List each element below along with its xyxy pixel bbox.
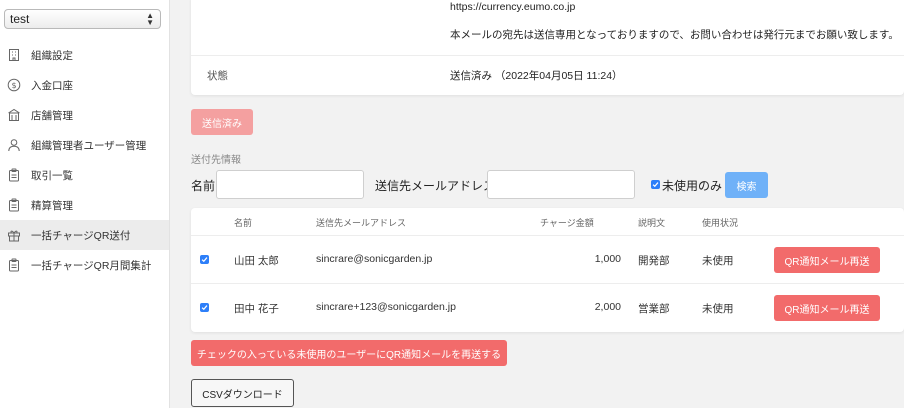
column-header-usage: 使用状況 [702,218,739,228]
detail-url: https://currency.eumo.co.jp [450,1,576,13]
sidebar-item-label: 一括チャージQR送付 [31,229,131,242]
sidebar-item-organization-settings[interactable]: 組織設定 [0,40,169,70]
users-icon [6,137,22,153]
sidebar-item-label: 取引一覧 [31,169,73,182]
csv-download-button[interactable]: CSVダウンロード [191,379,294,407]
sidebar-item-label: 組織設定 [31,49,73,62]
email-filter-label: 送信先メールアドレス [375,179,496,193]
sidebar-item-label: 一括チャージQR月間集計 [31,259,152,272]
detail-note: 本メールの宛先は送信専用となっておりますので、お問い合わせは発行元までお願い致し… [450,29,899,41]
sidebar-item-label: 店舗管理 [31,109,73,122]
svg-text:$: $ [11,81,16,90]
sidebar-nav: 組織設定 $ 入金口座 店舗管理 組織管理者ユーザー管理 取引一覧 精算管理 一… [0,40,169,280]
sidebar-item-transactions[interactable]: 取引一覧 [0,160,169,190]
organization-select[interactable]: test ▲ ▼ [4,9,161,29]
row-email: sincrare+123@sonicgarden.jp [316,301,456,313]
clipboard-icon [6,197,22,213]
column-header-description: 説明文 [638,218,666,228]
sidebar-item-admin-users[interactable]: 組織管理者ユーザー管理 [0,130,169,160]
recipients-table: 名前 送信先メールアドレス チャージ金額 説明文 使用状況 山田 太郎 sinc… [191,208,904,332]
sidebar-item-label: 精算管理 [31,199,73,212]
status-value: 送信済み （2022年04月05日 11:24） [450,70,623,82]
row-description: 営業部 [638,303,670,315]
row-usage: 未使用 [702,303,734,315]
column-header-email: 送信先メールアドレス [316,218,407,228]
row-email: sincrare@sonicgarden.jp [316,253,433,265]
bulk-resend-button[interactable]: チェックの入っている未使用のユーザーにQR通知メールを再送する [191,340,507,366]
sidebar: test ▲ ▼ 組織設定 $ 入金口座 店舗管理 組織管理者ユーザー管理 取引… [0,0,170,408]
search-button[interactable]: 検索 [725,172,768,198]
select-arrows-icon: ▲ ▼ [146,11,154,27]
sidebar-item-settlement[interactable]: 精算管理 [0,190,169,220]
email-filter-input[interactable] [487,170,635,199]
column-header-name: 名前 [234,218,253,228]
row-description: 開発部 [638,255,670,267]
unused-only-label[interactable]: 未使用のみ [662,177,722,194]
sidebar-item-label: 入金口座 [31,79,73,92]
name-filter-label: 名前 [191,179,216,193]
sidebar-item-bulk-charge-qr-monthly[interactable]: 一括チャージQR月間集計 [0,250,169,280]
divider [191,55,904,56]
sent-button[interactable]: 送信済み [191,109,253,135]
clipboard-icon [6,167,22,183]
row-checkbox[interactable] [200,303,209,312]
store-icon [6,107,22,123]
dollar-icon: $ [6,77,22,93]
status-label: 状態 [207,70,228,82]
resend-qr-button[interactable]: QR通知メール再送 [774,247,880,273]
row-usage: 未使用 [702,255,734,267]
row-checkbox[interactable] [200,255,209,264]
name-filter-input[interactable] [216,170,364,199]
clipboard-icon [6,257,22,273]
sidebar-item-store-management[interactable]: 店舗管理 [0,100,169,130]
main-content: https://currency.eumo.co.jp 本メールの宛先は送信専用… [170,0,904,408]
resend-qr-button[interactable]: QR通知メール再送 [774,295,880,321]
table-row: 山田 太郎 sincrare@sonicgarden.jp 1,000 開発部 … [191,235,904,283]
row-amount: 2,000 [594,301,621,313]
table-row: 田中 花子 sincrare+123@sonicgarden.jp 2,000 … [191,283,904,331]
row-amount: 1,000 [594,253,621,265]
column-header-amount: チャージ金額 [540,218,594,228]
gift-icon [6,227,22,243]
recipients-section-title: 送付先情報 [191,155,241,166]
sidebar-item-label: 組織管理者ユーザー管理 [31,139,147,152]
unused-only-checkbox[interactable] [651,180,660,189]
row-name: 田中 花子 [234,303,279,315]
detail-card: https://currency.eumo.co.jp 本メールの宛先は送信専用… [191,0,904,95]
building-icon [6,47,22,63]
organization-select-value: test [10,12,30,26]
sidebar-item-bulk-charge-qr[interactable]: 一括チャージQR送付 [0,220,169,250]
sidebar-item-deposit-account[interactable]: $ 入金口座 [0,70,169,100]
row-name: 山田 太郎 [234,255,279,267]
